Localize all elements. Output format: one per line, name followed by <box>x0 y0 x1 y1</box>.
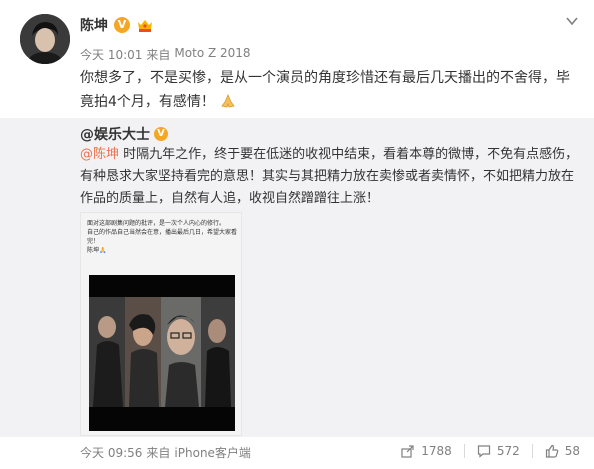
repost-text-body: 时隔九年之作，终于要在低迷的收视中结束，看着本尊的微博，不免有点感伤，有种恳求大… <box>80 147 579 206</box>
post-text-body: 你想多了，不是买惨，是从一个演员的角度珍惜还有最后几天播出的不舍得，毕竟拍4个月… <box>80 70 570 110</box>
share-count: 1788 <box>421 444 452 458</box>
comment-icon <box>477 445 490 458</box>
praying-hands-emoji-icon <box>221 93 236 108</box>
repost-image[interactable]: 面对这部剧集问题的批评，是一次个人内心的修行。 自己的作品自己当然会在意，播出最… <box>80 212 242 436</box>
avatar[interactable] <box>20 14 70 64</box>
share-button[interactable]: 1788 <box>389 444 452 458</box>
drama-still-collage <box>89 275 235 431</box>
crown-member-icon[interactable] <box>136 17 154 33</box>
repost-container: @娱乐大士 V @陈坤 时隔九年之作，终于要在低迷的收视中结束，看着本尊的微博，… <box>0 118 594 437</box>
thumbs-up-icon <box>545 444 558 458</box>
repost-source: iPhone客户端 <box>174 446 251 460</box>
image-photo-collage <box>89 275 235 431</box>
share-icon <box>401 445 414 458</box>
author-name[interactable]: 陈坤 <box>80 15 108 35</box>
weibo-post-card: 陈坤 V 今天 10:01 来自 Moto Z 2018 你想多了，不是买惨，是… <box>0 0 594 469</box>
avatar-photo <box>20 14 70 64</box>
repost-verified-badge-icon: V <box>154 127 168 141</box>
author-row: 陈坤 V <box>80 14 154 36</box>
repost-author-name[interactable]: @娱乐大士 <box>80 124 150 144</box>
repost-source-prefix: 来自 <box>146 446 171 460</box>
post-meta: 今天 10:01 来自 Moto Z 2018 <box>80 46 251 63</box>
comment-count: 572 <box>496 444 520 458</box>
chevron-down-icon[interactable] <box>564 14 580 28</box>
like-button[interactable]: 58 <box>531 444 580 458</box>
action-bar: 1788 572 58 <box>389 444 580 458</box>
image-caption: 面对这部剧集问题的批评，是一次个人内心的修行。 自己的作品自己当然会在意，播出最… <box>87 220 238 254</box>
repost-author-row: @娱乐大士 V <box>80 124 168 144</box>
like-count: 58 <box>564 444 580 458</box>
verified-badge-icon: V <box>114 17 130 33</box>
post-text: 你想多了，不是买惨，是从一个演员的角度珍惜还有最后几天播出的不舍得，毕竟拍4个月… <box>80 66 580 114</box>
post-time[interactable]: 今天 10:01 <box>80 46 142 63</box>
repost-meta: 今天 09:56 来自 iPhone客户端 <box>80 444 251 461</box>
post-source: Moto Z 2018 <box>174 46 251 60</box>
post-source-prefix: 来自 <box>146 48 171 62</box>
comment-button[interactable]: 572 <box>463 444 520 458</box>
mention-link[interactable]: @陈坤 <box>80 147 119 162</box>
repost-text: @陈坤 时隔九年之作，终于要在低迷的收视中结束，看着本尊的微博，不免有点感伤，有… <box>80 144 582 210</box>
repost-time[interactable]: 今天 09:56 <box>80 444 142 461</box>
